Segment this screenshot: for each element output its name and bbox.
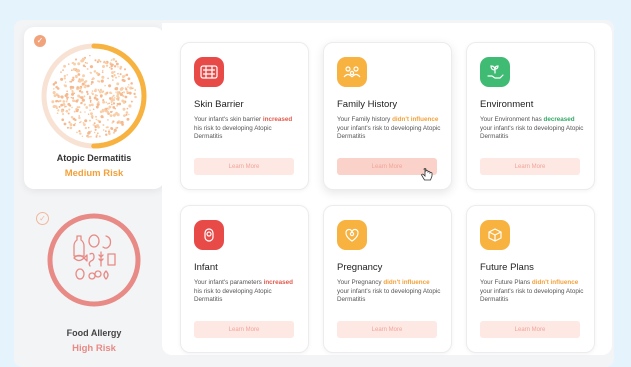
risk-factors-panel: Skin Barrier Your infant's skin barrier … [162, 23, 612, 355]
family-icon [337, 57, 367, 87]
learn-more-button[interactable]: Learn More [194, 158, 294, 175]
factor-description: Your Environment has decreased your infa… [480, 116, 584, 140]
factor-description: Your Pregnancy didn't influence your inf… [337, 279, 441, 303]
factor-card-pregnancy[interactable]: Pregnancy Your Pregnancy didn't influenc… [323, 205, 452, 353]
risk-ring-high [47, 213, 141, 307]
learn-more-button[interactable]: Learn More [480, 158, 580, 175]
factor-card-environment[interactable]: Environment Your Environment has decreas… [466, 42, 595, 190]
factor-card-future-plans[interactable]: Future Plans Your Future Plans didn't in… [466, 205, 595, 353]
condition-title: Atopic Dermatitis [56, 153, 132, 163]
learn-more-button[interactable]: Learn More [337, 321, 437, 338]
skin-barrier-icon [194, 57, 224, 87]
factor-title: Family History [337, 99, 398, 110]
pregnancy-icon [337, 220, 367, 250]
food-icons-illustration [73, 234, 116, 280]
factor-title: Future Plans [480, 262, 534, 273]
learn-more-button[interactable]: Learn More [480, 321, 580, 338]
baby-icon [194, 220, 224, 250]
learn-more-button[interactable]: Learn More [194, 321, 294, 338]
risk-level: High Risk [72, 343, 116, 354]
factor-description: Your Future Plans didn't influence your … [480, 279, 584, 303]
factor-description: Your Family history didn't influence you… [337, 116, 441, 140]
hand-cursor-icon [421, 168, 433, 181]
factor-title: Skin Barrier [194, 99, 244, 110]
factor-card-infant[interactable]: Infant Your infant's parameters increase… [180, 205, 309, 353]
skin-texture-illustration [51, 54, 137, 138]
factor-description: Your infant's parameters increased his r… [194, 279, 293, 303]
factor-card-skin-barrier[interactable]: Skin Barrier Your infant's skin barrier … [180, 42, 309, 190]
risk-ring-medium [41, 43, 147, 149]
condition-title: Food Allergy [66, 328, 122, 338]
condition-card-food-allergy[interactable]: ✓ Food Allergy High Risk [24, 205, 164, 355]
factor-description: Your infant's skin barrier increased his… [194, 116, 293, 140]
box-icon [480, 220, 510, 250]
factor-title: Environment [480, 99, 534, 110]
factor-title: Infant [194, 262, 218, 273]
risk-level: Medium Risk [64, 168, 124, 179]
factor-title: Pregnancy [337, 262, 383, 273]
condition-card-atopic-dermatitis[interactable]: ✓ Atopic Dermatitis Medium Risk [24, 27, 164, 189]
plant-hand-icon [480, 57, 510, 87]
